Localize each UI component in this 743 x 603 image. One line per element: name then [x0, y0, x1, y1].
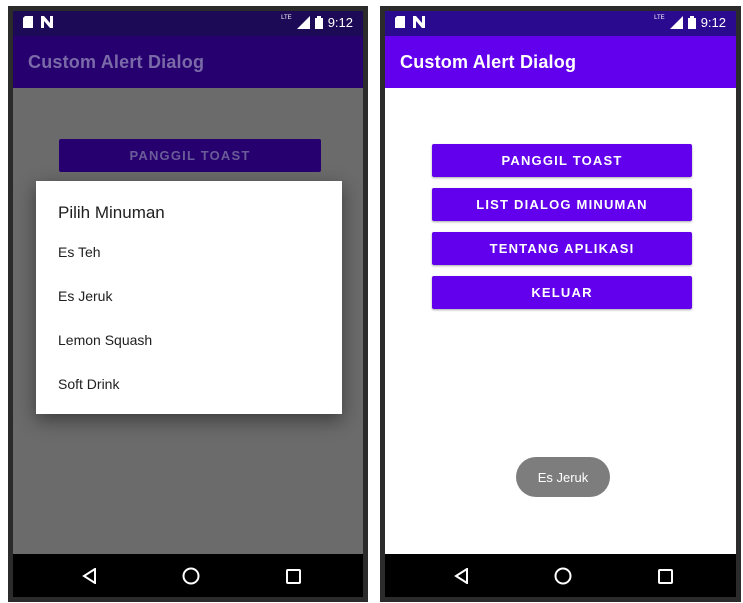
phone-screen-main: LTE 9:12 Custom Alert Dialog PANGGIL TOA…: [380, 6, 741, 602]
navigation-bar: [13, 554, 363, 597]
toast-message: Es Jeruk: [516, 457, 610, 497]
panggil-toast-button[interactable]: PANGGIL TOAST: [432, 144, 692, 177]
back-icon: [82, 568, 96, 584]
keluar-button[interactable]: KELUAR: [432, 276, 692, 309]
dialog-item-es-jeruk[interactable]: Es Jeruk: [36, 274, 342, 318]
tentang-aplikasi-button[interactable]: TENTANG APLIKASI: [432, 232, 692, 265]
sd-card-icon: [23, 16, 33, 28]
panggil-toast-button: PANGGIL TOAST: [59, 139, 321, 172]
lte-label: LTE: [654, 14, 665, 21]
lte-label: LTE: [281, 14, 292, 21]
notification-n-icon: [41, 16, 53, 28]
recents-icon: [657, 568, 673, 584]
dialog-title: Pilih Minuman: [58, 203, 165, 222]
home-button[interactable]: [553, 566, 573, 586]
app-title: Custom Alert Dialog: [28, 52, 205, 72]
status-bar: LTE 9:12: [13, 11, 363, 36]
signal-icon: [296, 16, 310, 29]
home-icon: [182, 567, 200, 585]
status-time: 9:12: [700, 15, 726, 30]
navigation-bar: [385, 554, 736, 597]
app-bar: Custom Alert Dialog: [13, 36, 363, 88]
home-icon: [554, 567, 572, 585]
back-icon: [454, 568, 468, 584]
recents-icon: [285, 568, 301, 584]
back-button[interactable]: [79, 566, 99, 586]
main-content: PANGGIL TOAST LIST DIALOG MINUMAN TENTAN…: [385, 88, 736, 554]
signal-icon: [669, 16, 683, 29]
dialog-item-es-teh[interactable]: Es Teh: [36, 230, 342, 274]
status-bar: LTE 9:12: [385, 11, 736, 36]
list-dialog-minuman-button[interactable]: LIST DIALOG MINUMAN: [432, 188, 692, 221]
notification-n-icon: [413, 16, 425, 28]
status-time: 9:12: [327, 15, 353, 30]
recents-button[interactable]: [283, 566, 303, 586]
app-bar: Custom Alert Dialog: [385, 36, 736, 88]
recents-button[interactable]: [655, 566, 675, 586]
content-scrim: PANGGIL TOAST Pilih Minuman Es Teh Es Je…: [13, 88, 363, 554]
dialog-item-lemon-squash[interactable]: Lemon Squash: [36, 318, 342, 362]
home-button[interactable]: [181, 566, 201, 586]
back-button[interactable]: [451, 566, 471, 586]
battery-icon: [314, 16, 323, 29]
phone-screen-dialog: LTE 9:12 Custom Alert Dialog PANGGIL TOA…: [8, 6, 368, 602]
pilih-minuman-dialog: Pilih Minuman Es Teh Es Jeruk Lemon Squa…: [36, 181, 342, 414]
sd-card-icon: [395, 16, 405, 28]
battery-icon: [687, 16, 696, 29]
dialog-item-soft-drink[interactable]: Soft Drink: [36, 362, 342, 406]
app-title: Custom Alert Dialog: [400, 52, 577, 72]
